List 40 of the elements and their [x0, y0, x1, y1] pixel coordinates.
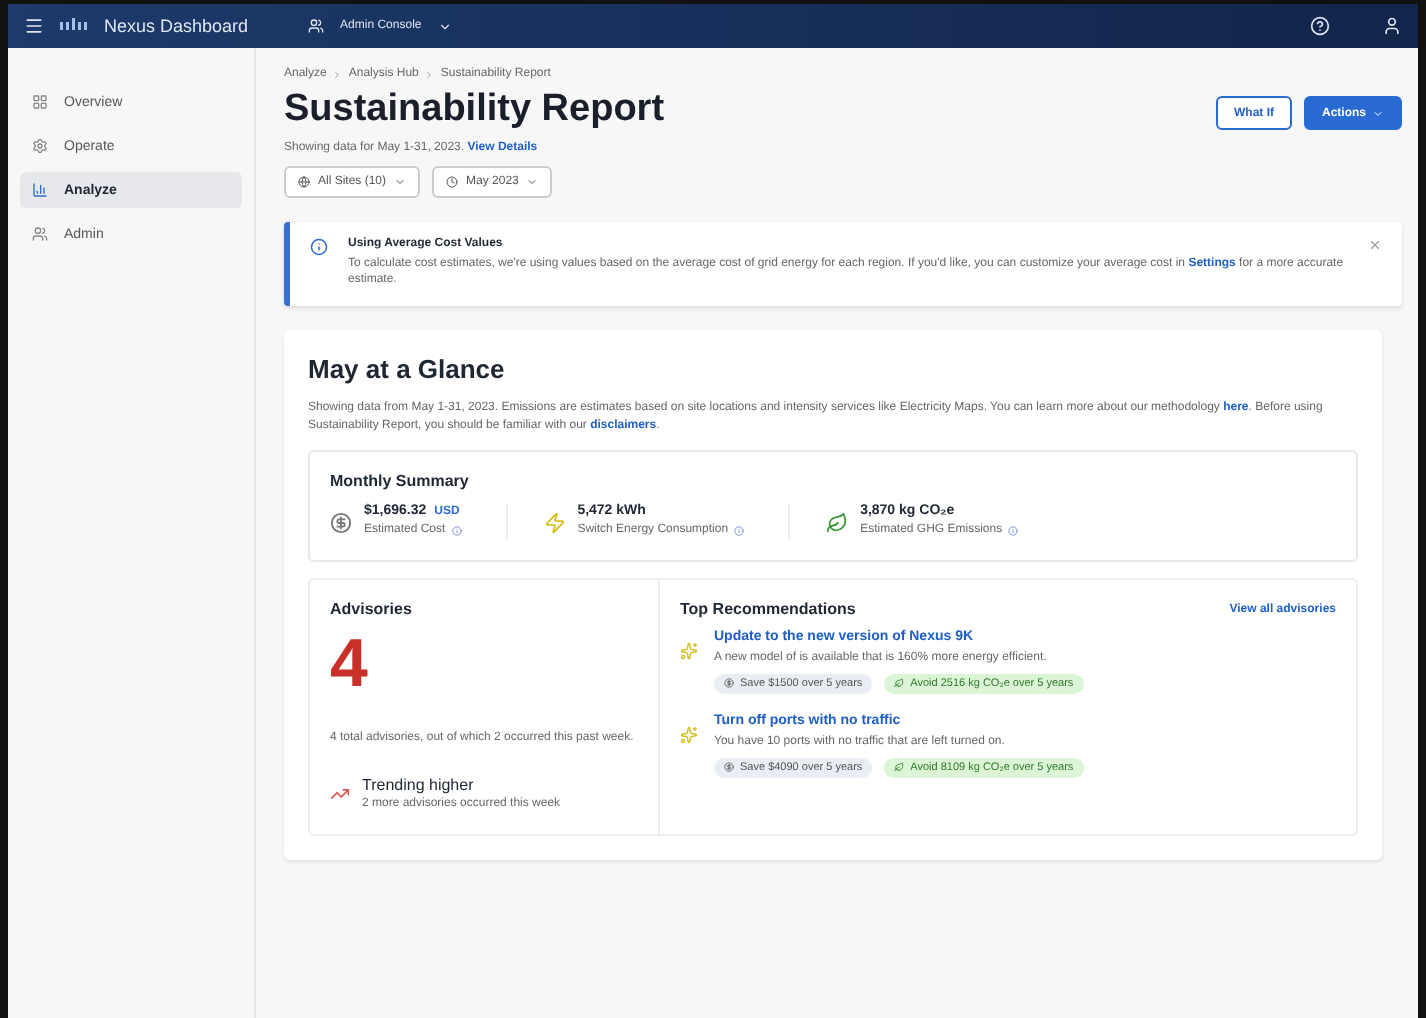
panel-title: Top Recommendations: [680, 600, 856, 619]
trend-up-icon: [330, 784, 350, 805]
sparkle-icon: [680, 725, 698, 744]
trend-title: Trending higher: [362, 775, 476, 794]
chevron-icon: [332, 69, 343, 79]
caret-icon: [1372, 107, 1384, 119]
nav-icon: [32, 94, 48, 110]
advisory-count: 4: [330, 630, 370, 699]
leaf-icon: [894, 678, 905, 689]
close-icon[interactable]: [1368, 237, 1382, 252]
panel-title: Advisories: [330, 600, 414, 619]
globe-icon: [298, 175, 310, 188]
user-icon[interactable]: [1382, 16, 1402, 36]
caret-icon: [437, 19, 452, 33]
chevron-icon: [424, 69, 435, 79]
app-title: Nexus Dashboard: [104, 16, 249, 36]
nav-icon: [32, 182, 48, 198]
logo-icon: [60, 18, 88, 34]
nav-icon: [32, 226, 48, 242]
caret-icon: [526, 175, 539, 188]
info-icon[interactable]: [1008, 526, 1019, 537]
menu-icon[interactable]: [24, 16, 44, 36]
help-icon[interactable]: [1310, 16, 1330, 36]
leaf-icon: [826, 511, 849, 534]
lightning-icon: [543, 511, 566, 534]
sparkle-icon: [680, 642, 698, 661]
cost-icon: [330, 511, 352, 534]
info-icon: [310, 237, 328, 256]
users-icon: [308, 18, 325, 34]
caret-icon: [394, 175, 407, 188]
panel-title: Monthly Summary: [330, 472, 471, 491]
info-icon[interactable]: [451, 526, 462, 537]
info-icon[interactable]: [734, 526, 745, 537]
clock-icon: [446, 175, 459, 188]
page-title: Sustainability Report: [284, 88, 665, 132]
leaf-icon: [894, 762, 905, 772]
dollar-icon: [724, 678, 734, 689]
section-title: May at a Glance: [308, 354, 507, 385]
dollar-icon: [724, 762, 734, 772]
nav-icon: [32, 138, 48, 154]
